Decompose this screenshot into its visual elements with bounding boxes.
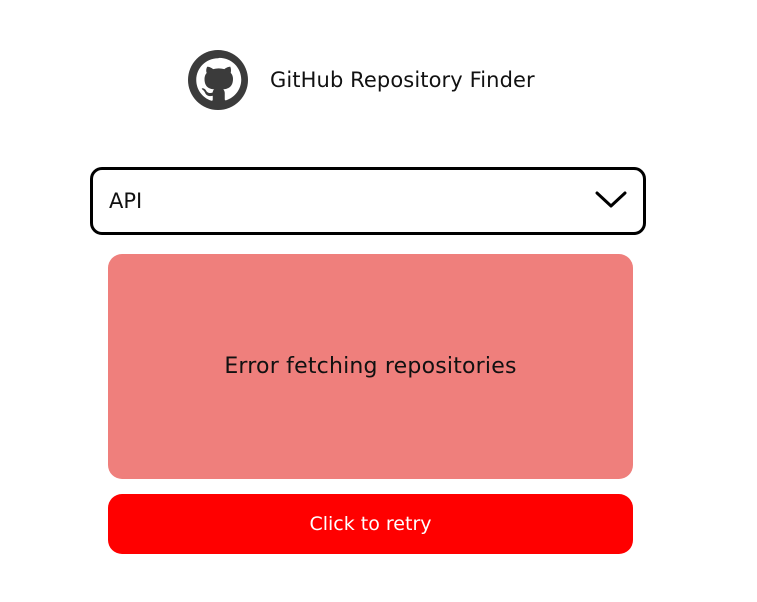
app-header: GitHub Repository Finder	[188, 50, 535, 110]
github-logo-icon	[188, 50, 248, 110]
chevron-down-icon	[595, 191, 627, 208]
language-select[interactable]: API	[90, 167, 646, 235]
select-value: API	[109, 189, 143, 213]
app-title: GitHub Repository Finder	[270, 68, 535, 92]
error-message-box: Error fetching repositories	[108, 254, 633, 479]
error-message: Error fetching repositories	[224, 354, 517, 379]
retry-button[interactable]: Click to retry	[108, 494, 633, 554]
